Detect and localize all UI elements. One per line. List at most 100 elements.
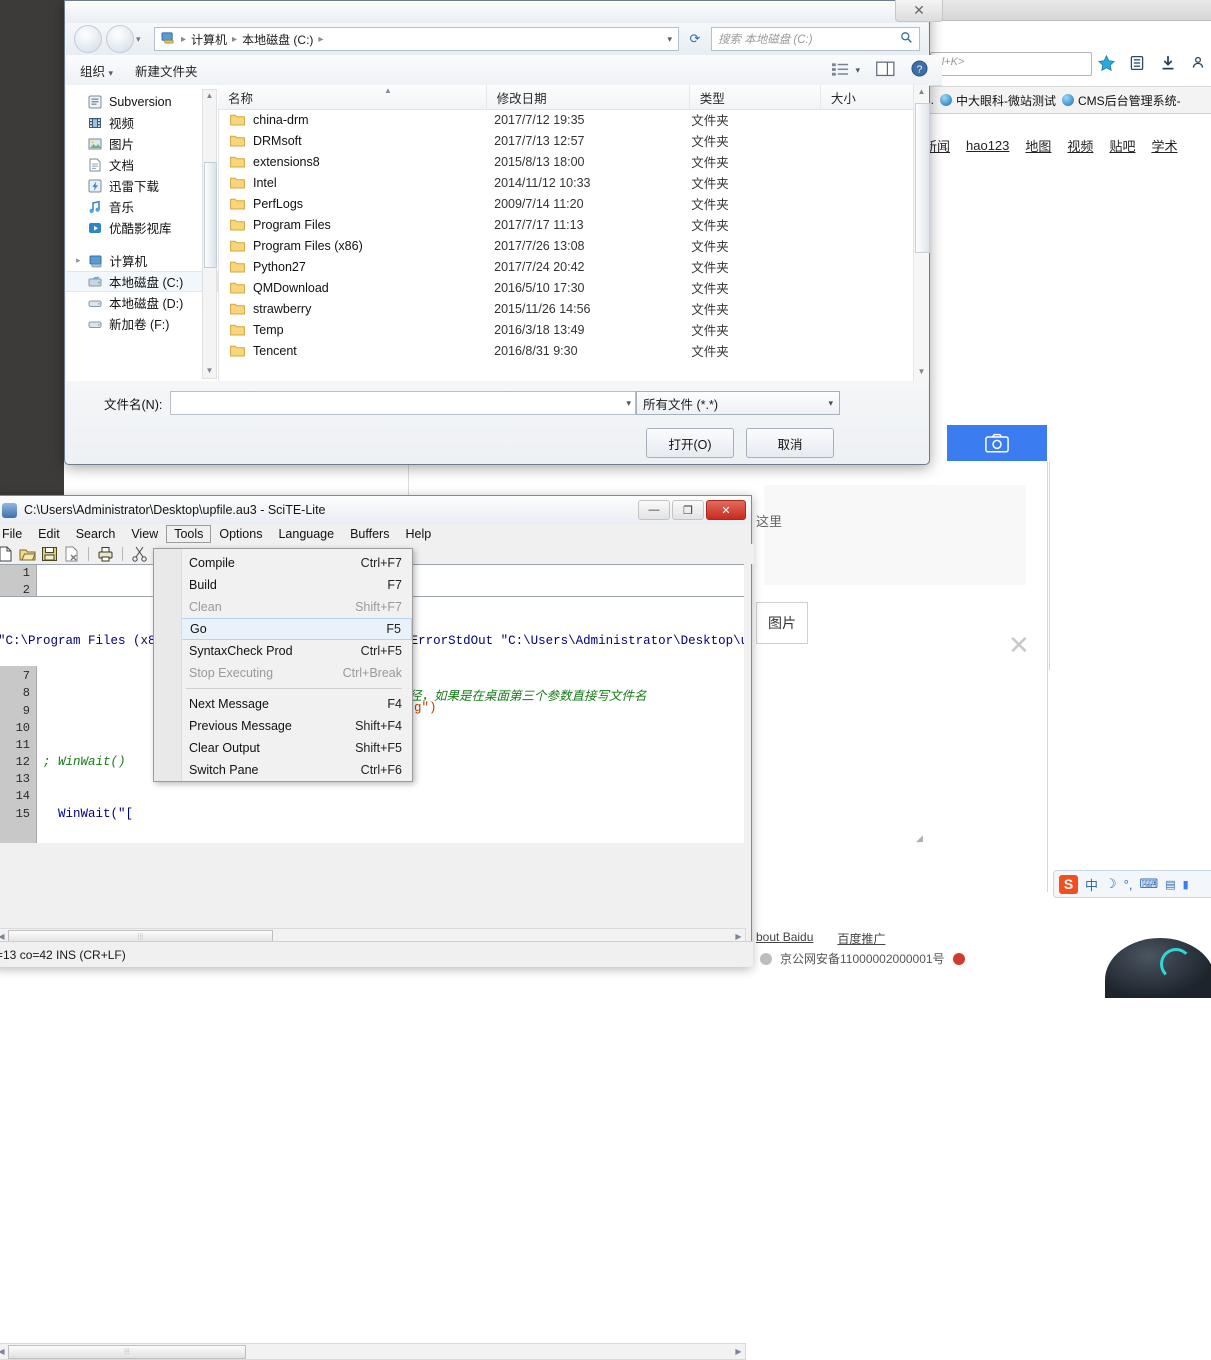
navigation-pane-scrollbar[interactable]: ▲ ▼ (202, 89, 217, 379)
scroll-right-icon[interactable]: ▶ (732, 1347, 745, 1356)
file-list-scrollbar[interactable]: ▲ ▼ (913, 85, 930, 381)
scroll-left-icon[interactable]: ◀ (0, 932, 8, 941)
scroll-up-icon[interactable]: ▲ (917, 87, 926, 97)
file-name-cell[interactable]: Program Files (218, 218, 494, 232)
organize-menu-button[interactable]: 组织 ▾ (80, 61, 113, 80)
menu-language[interactable]: Language (270, 525, 342, 543)
baidu-nav-map[interactable]: 地图 (1025, 136, 1051, 155)
table-row[interactable]: PerfLogs 2009/7/14 11:20 文件夹 (218, 193, 913, 214)
table-row[interactable]: Program Files (x86) 2017/7/26 13:08 文件夹 (218, 235, 913, 256)
search-input[interactable]: 搜索 本地磁盘 (C:) (711, 27, 920, 51)
sogou-logo-icon[interactable]: S (1059, 874, 1078, 894)
back-button[interactable] (74, 25, 102, 53)
resize-grip-icon[interactable]: ◢ (916, 833, 923, 844)
bookmark-item[interactable]: CMS后台管理系统- (1062, 92, 1181, 109)
column-header-name[interactable]: 名称 (218, 85, 487, 109)
close-file-icon[interactable] (63, 546, 80, 562)
ime-toolbox-icon[interactable]: ▮ (1183, 878, 1189, 891)
sidebar-item-local-disk-c[interactable]: 本地磁盘 (C:) (66, 271, 218, 292)
sidebar-item-music[interactable]: 音乐 (66, 196, 218, 217)
refresh-icon[interactable]: ⟳ (683, 28, 707, 50)
ime-moon-icon[interactable]: ☽ (1105, 876, 1117, 892)
sidebar-item-pictures[interactable]: 图片 (66, 133, 218, 154)
forward-button[interactable] (106, 25, 134, 53)
baidu-nav-video[interactable]: 视频 (1067, 136, 1093, 155)
menu-item-previous-message[interactable]: Previous Message Shift+F4 (154, 715, 412, 737)
menu-edit[interactable]: Edit (30, 525, 68, 543)
menu-item-clear-output[interactable]: Clear Output Shift+F5 (154, 737, 412, 759)
sidebar-item-local-disk-d[interactable]: 本地磁盘 (D:) (66, 292, 218, 313)
view-list-icon[interactable] (832, 62, 849, 79)
column-header-type[interactable]: 类型 (690, 85, 821, 109)
upload-drop-zone[interactable] (764, 485, 1026, 585)
table-row[interactable]: Program Files 2017/7/17 11:13 文件夹 (218, 214, 913, 235)
chevron-down-icon[interactable]: ▾ (626, 398, 631, 409)
sidebar-item-new-volume-f[interactable]: 新加卷 (F:) (66, 313, 218, 334)
table-row[interactable]: Python27 2017/7/24 20:42 文件夹 (218, 256, 913, 277)
browser-url-bar[interactable]: trl+K> (930, 52, 1092, 76)
menu-options[interactable]: Options (211, 525, 270, 543)
bookmark-star-icon[interactable] (1097, 54, 1116, 72)
table-row[interactable]: china-drm 2017/7/12 19:35 文件夹 (218, 109, 913, 130)
ime-skin-icon[interactable]: ▤ (1165, 878, 1175, 891)
file-name-cell[interactable]: DRMsoft (218, 134, 494, 148)
baidu-nav-hao123[interactable]: hao123 (966, 138, 1009, 153)
minimize-button[interactable]: — (638, 500, 670, 520)
menu-item-go[interactable]: Go F5 (154, 618, 412, 640)
ime-keyboard-icon[interactable]: ⌨ (1139, 876, 1158, 892)
new-folder-button[interactable]: 新建文件夹 (135, 61, 198, 80)
ime-punctuation-icon[interactable]: °, (1124, 877, 1133, 892)
file-name-cell[interactable]: QMDownload (218, 281, 494, 295)
bookmark-item[interactable]: 中大眼科-微站测试 (940, 92, 1056, 109)
menu-item-syntaxcheck-prod[interactable]: SyntaxCheck Prod Ctrl+F5 (154, 640, 412, 662)
scrollbar-thumb[interactable]: ⦙⦙⦙ (8, 1344, 246, 1359)
help-icon[interactable]: ? (911, 60, 928, 80)
scroll-down-icon[interactable]: ▼ (205, 366, 214, 375)
table-row[interactable]: strawberry 2015/11/26 14:56 文件夹 (218, 298, 913, 319)
breadcrumb[interactable]: ▸ 计算机 ▸ 本地磁盘 (C:) ▸ ▾ (154, 27, 679, 51)
picture-button[interactable]: 图片 (756, 602, 808, 644)
menu-view[interactable]: View (123, 525, 166, 543)
menu-item-compile[interactable]: Compile Ctrl+F7 (154, 552, 412, 574)
baidu-nav-tieba[interactable]: 贴吧 (1109, 136, 1135, 155)
breadcrumb-dropdown-icon[interactable]: ▾ (667, 34, 672, 45)
file-list[interactable]: china-drm 2017/7/12 19:35 文件夹 DRMsoft 2017/… (218, 109, 913, 381)
footer-link-about[interactable]: bout Baidu (756, 930, 813, 947)
column-header-size[interactable]: 大小 (821, 85, 928, 109)
column-header-date[interactable]: 修改日期 (487, 85, 690, 109)
sidebar-item-youku-library[interactable]: 优酷影视库 (66, 217, 218, 238)
scroll-right-icon[interactable]: ▶ (732, 932, 745, 941)
file-name-cell[interactable]: Temp (218, 323, 494, 337)
file-name-cell[interactable]: Python27 (218, 260, 494, 274)
table-row[interactable]: Temp 2016/3/18 13:49 文件夹 (218, 319, 913, 340)
close-button[interactable]: ✕ (706, 500, 746, 520)
scroll-left-icon[interactable]: ◀ (0, 1347, 8, 1356)
editor-horizontal-scrollbar[interactable]: ◀ ⦙⦙⦙ ▶ (0, 1343, 746, 1360)
menu-item-switch-pane[interactable]: Switch Pane Ctrl+F6 (154, 759, 412, 781)
table-row[interactable]: QMDownload 2016/5/10 17:30 文件夹 (218, 277, 913, 298)
print-icon[interactable] (97, 546, 114, 562)
menu-item-next-message[interactable]: Next Message F4 (154, 693, 412, 715)
sidebar-item-subversion[interactable]: Subversion (66, 91, 218, 112)
file-name-cell[interactable]: Intel (218, 176, 494, 190)
menu-file[interactable]: File (0, 525, 30, 543)
footer-link-promo[interactable]: 百度推广 (837, 930, 885, 947)
cut-icon[interactable] (131, 546, 148, 562)
scroll-up-icon[interactable]: ▲ (205, 91, 214, 100)
table-row[interactable]: extensions8 2015/8/13 18:00 文件夹 (218, 151, 913, 172)
download-arrow-icon[interactable] (1160, 55, 1177, 72)
open-folder-icon[interactable] (19, 546, 36, 562)
recent-locations-dropdown[interactable]: ▾ (136, 34, 148, 45)
camera-upload-button[interactable] (947, 425, 1047, 461)
table-row[interactable]: DRMsoft 2017/7/13 12:57 文件夹 (218, 130, 913, 151)
sidebar-item-documents[interactable]: 文档 (66, 154, 218, 175)
reading-list-icon[interactable] (1129, 55, 1146, 72)
filename-input[interactable]: ▾ (170, 391, 636, 415)
scrollbar-thumb[interactable] (915, 103, 930, 253)
table-row[interactable]: Tencent 2016/8/31 9:30 文件夹 (218, 340, 913, 361)
save-icon[interactable] (41, 546, 58, 562)
menu-item-build[interactable]: Build F7 (154, 574, 412, 596)
cancel-button[interactable]: 取消 (746, 428, 834, 458)
ime-mode-chinese[interactable]: 中 (1085, 875, 1098, 894)
file-name-cell[interactable]: PerfLogs (218, 197, 494, 211)
